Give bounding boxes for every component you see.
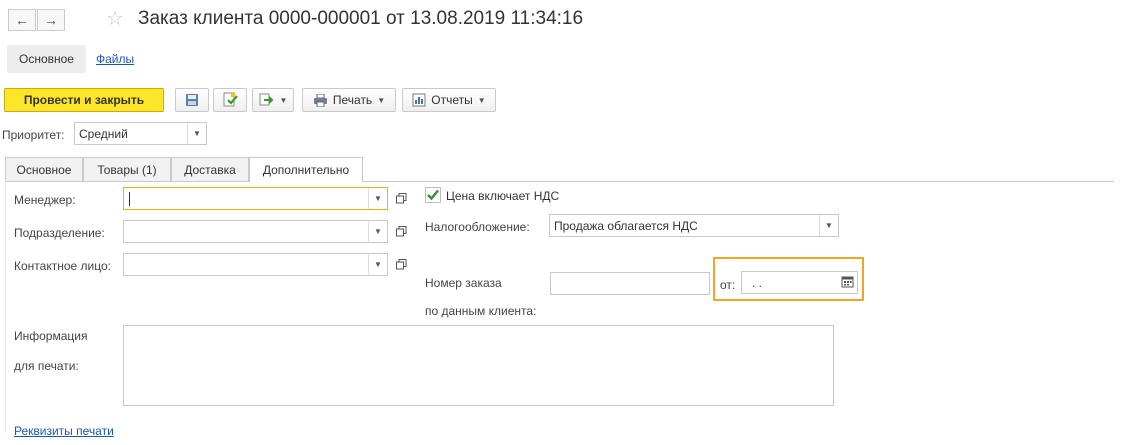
- create-based-on-icon: [259, 93, 273, 106]
- contact-person-open-button[interactable]: [391, 254, 411, 275]
- taxation-value: Продажа облагается НДС: [554, 219, 698, 233]
- formtab-main[interactable]: Основное: [7, 45, 86, 73]
- manager-label: Менеджер:: [14, 193, 76, 207]
- from-label: от:: [720, 278, 736, 292]
- print-label: Печать: [332, 93, 373, 107]
- arrow-left-icon: ←: [15, 12, 29, 28]
- order-number-field[interactable]: [550, 272, 710, 295]
- back-button[interactable]: ←: [8, 9, 36, 31]
- chevron-down-icon[interactable]: ▼: [187, 123, 206, 144]
- post-button[interactable]: [213, 88, 247, 112]
- open-window-icon: [395, 226, 406, 237]
- manager-field[interactable]: ▼: [123, 187, 388, 210]
- order-number-label-line2: по данным клиента:: [425, 304, 537, 318]
- reports-label: Отчеты: [431, 93, 473, 107]
- tab-divider: [5, 181, 249, 182]
- arrow-right-icon: →: [44, 12, 58, 28]
- department-label: Подразделение:: [14, 226, 105, 240]
- vat-checkbox-label[interactable]: Цена включает НДС: [446, 189, 559, 203]
- reports-button[interactable]: Отчеты ▼: [402, 88, 496, 112]
- manager-open-button[interactable]: [391, 188, 411, 209]
- page-title: Заказ клиента 0000-000001 от 13.08.2019 …: [138, 8, 584, 29]
- vat-checkbox[interactable]: [425, 187, 441, 203]
- panel-border: [5, 181, 6, 433]
- order-number-label-line1: Номер заказа: [425, 276, 502, 290]
- taxation-label: Налогообложение:: [425, 220, 530, 234]
- department-open-button[interactable]: [391, 221, 411, 242]
- priority-select[interactable]: Средний ▼: [74, 122, 207, 145]
- tab-goods[interactable]: Товары (1): [83, 157, 171, 181]
- open-window-icon: [395, 193, 406, 204]
- print-info-label-line1: Информация: [14, 329, 88, 343]
- text-cursor: [129, 192, 130, 206]
- department-field[interactable]: ▼: [123, 220, 388, 243]
- tab-additional[interactable]: Дополнительно: [249, 157, 363, 182]
- chevron-down-icon[interactable]: ▼: [368, 254, 387, 275]
- chevron-down-icon[interactable]: ▼: [368, 188, 387, 209]
- chevron-down-icon: ▼: [377, 95, 386, 105]
- save-icon: [186, 94, 198, 106]
- tab-main[interactable]: Основное: [5, 157, 83, 181]
- print-details-link[interactable]: Реквизиты печати: [14, 424, 114, 438]
- calendar-icon[interactable]: [841, 275, 854, 291]
- tab-divider: [363, 181, 1114, 182]
- chevron-down-icon: ▼: [279, 95, 288, 105]
- printer-icon: [313, 93, 327, 107]
- post-document-icon: [223, 92, 238, 107]
- chevron-down-icon[interactable]: ▼: [368, 221, 387, 242]
- chevron-down-icon[interactable]: ▼: [819, 215, 838, 236]
- report-icon: [412, 93, 426, 107]
- chevron-down-icon: ▼: [477, 95, 486, 105]
- print-info-label-line2: для печати:: [14, 359, 79, 373]
- priority-label: Приоритет:: [2, 128, 65, 142]
- contact-person-field[interactable]: ▼: [123, 253, 388, 276]
- create-based-on-button[interactable]: ▼: [252, 88, 294, 112]
- checkmark-icon: [425, 187, 441, 203]
- order-date-field[interactable]: . .: [741, 271, 858, 294]
- forward-button[interactable]: →: [37, 9, 65, 31]
- tab-delivery[interactable]: Доставка: [171, 157, 249, 181]
- order-date-value: . .: [752, 276, 763, 290]
- taxation-select[interactable]: Продажа облагается НДС ▼: [549, 214, 839, 237]
- print-button[interactable]: Печать ▼: [302, 88, 396, 112]
- post-and-close-button[interactable]: Провести и закрыть: [4, 88, 164, 112]
- star-icon[interactable]: ☆: [106, 6, 124, 31]
- save-button[interactable]: [175, 88, 209, 112]
- contact-person-label: Контактное лицо:: [14, 259, 111, 273]
- open-window-icon: [395, 259, 406, 270]
- priority-value: Средний: [79, 127, 128, 141]
- formtab-files-link[interactable]: Файлы: [96, 52, 134, 66]
- print-info-textarea[interactable]: [123, 325, 834, 406]
